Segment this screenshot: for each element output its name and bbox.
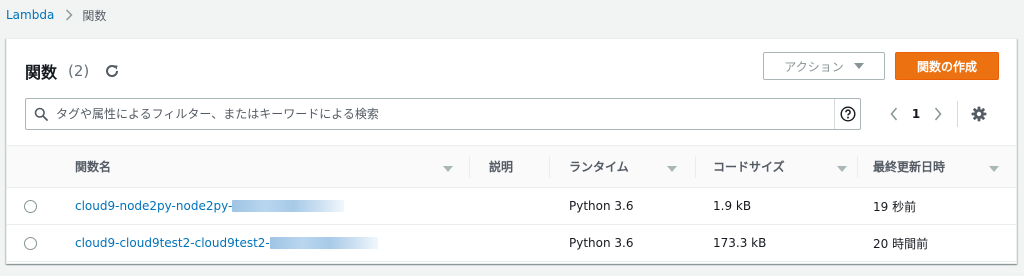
row-select-radio[interactable] <box>24 237 37 250</box>
column-label-last-modified: 最終更新日時 <box>873 160 946 174</box>
sort-caret-icon <box>443 162 453 176</box>
column-label-runtime: ランタイム <box>569 160 629 174</box>
search-icon <box>26 107 56 121</box>
column-divider <box>695 156 696 178</box>
gear-icon[interactable] <box>968 106 990 122</box>
column-label-function-name: 関数名 <box>75 160 112 174</box>
table-row[interactable]: cloud9-cloud9test2-cloud9test2- Python 3… <box>7 225 1016 262</box>
function-name-link[interactable]: cloud9-cloud9test2-cloud9test2- <box>75 236 270 250</box>
column-header-runtime[interactable]: ランタイム <box>569 146 699 187</box>
table-row[interactable]: cloud9-node2py-node2py- Python 3.6 1.9 k… <box>7 188 1016 225</box>
pagination-divider <box>957 101 958 127</box>
table-header: 関数名 説明 ランタイム コードサイズ 最終更新日時 <box>7 145 1016 188</box>
function-name-cell: cloud9-cloud9test2-cloud9test2- <box>75 225 378 261</box>
runtime-cell: Python 3.6 <box>569 236 634 250</box>
redacted-name-suffix <box>232 200 345 212</box>
refresh-icon[interactable] <box>103 62 121 80</box>
column-header-last-modified[interactable]: 最終更新日時 <box>873 146 1013 187</box>
search-input[interactable] <box>56 107 834 121</box>
breadcrumb-current: 関数 <box>82 8 107 23</box>
pagination: 1 <box>883 101 990 127</box>
column-header-description[interactable]: 説明 <box>489 146 549 187</box>
search-bar <box>25 98 861 130</box>
page-number[interactable]: 1 <box>905 107 927 121</box>
breadcrumb-lambda-link[interactable]: Lambda <box>6 8 54 22</box>
chevron-right-icon <box>65 9 73 21</box>
sort-caret-icon <box>667 162 677 176</box>
runtime-cell: Python 3.6 <box>569 199 634 213</box>
sort-caret-icon <box>989 162 999 176</box>
column-divider <box>857 156 858 178</box>
actions-button-label: アクション <box>784 59 844 74</box>
function-name-link[interactable]: cloud9-node2py-node2py- <box>75 199 232 213</box>
column-divider <box>549 156 550 178</box>
redacted-name-suffix <box>269 237 378 249</box>
column-label-description: 説明 <box>489 160 514 174</box>
panel-header: 関数 (2) <box>25 59 121 83</box>
row-select-radio[interactable] <box>24 200 37 213</box>
chevron-right-icon[interactable] <box>927 107 949 121</box>
function-name-cell: cloud9-node2py-node2py- <box>75 188 345 224</box>
sort-caret-icon <box>837 162 847 176</box>
column-label-code-size: コードサイズ <box>713 160 785 174</box>
functions-panel: 関数 (2) アクション 関数の作成 タグや属性によるフィルター、またはキーワー… <box>6 38 1017 264</box>
code-size-cell: 1.9 kB <box>713 199 752 213</box>
actions-dropdown-button[interactable]: アクション <box>763 52 885 80</box>
column-header-function-name[interactable]: 関数名 <box>75 146 465 187</box>
page-title: 関数 <box>25 63 58 82</box>
chevron-left-icon[interactable] <box>883 107 905 121</box>
last-modified-cell: 19 秒前 <box>873 199 917 214</box>
function-count: (2) <box>68 62 90 80</box>
column-divider <box>469 156 470 178</box>
code-size-cell: 173.3 kB <box>713 236 767 250</box>
breadcrumb: Lambda 関数 <box>6 6 106 24</box>
caret-down-icon <box>853 59 864 73</box>
column-header-code-size[interactable]: コードサイズ <box>713 146 863 187</box>
last-modified-cell: 20 時間前 <box>873 236 929 251</box>
create-function-button[interactable]: 関数の作成 <box>895 52 999 80</box>
help-icon[interactable] <box>834 99 860 129</box>
